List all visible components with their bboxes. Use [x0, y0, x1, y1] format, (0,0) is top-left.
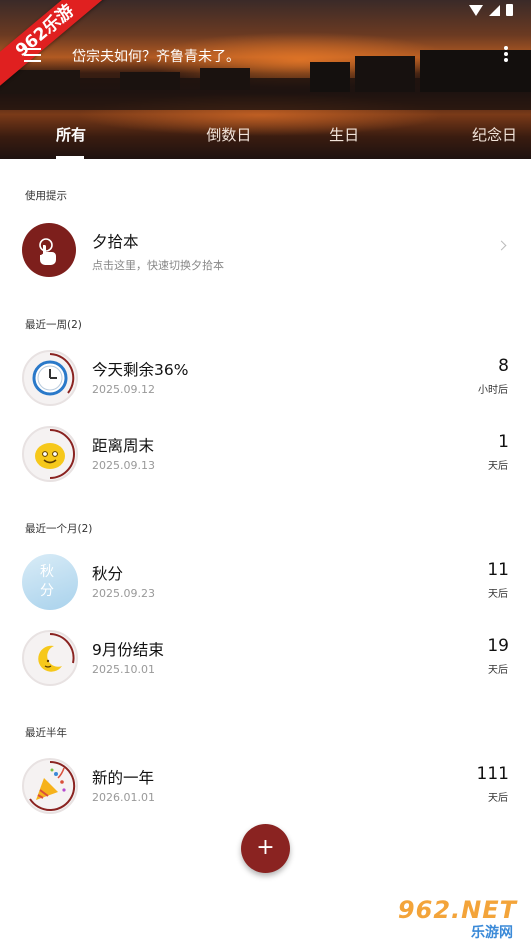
event-count: 111	[476, 764, 509, 784]
event-date: 2025.09.12	[92, 383, 155, 396]
autumn-image: 秋 分	[22, 554, 78, 610]
autumn-image-text: 秋 分	[40, 564, 58, 599]
toolbar: 岱宗夫如何？齐鲁青未了。	[0, 40, 531, 72]
event-unit: 天后	[488, 589, 508, 600]
event-row[interactable]: 秋 分 秋分 2025.09.23 11 天后	[0, 549, 531, 615]
tip-subtitle: 点击这里，快速切换夕拾本	[92, 259, 224, 272]
tab-label: 纪念日	[471, 126, 517, 144]
event-row[interactable]: 今天剩余36% 2025.09.12 8 小时后	[0, 345, 531, 411]
event-count: 19	[487, 636, 509, 656]
moon-icon	[22, 630, 78, 686]
tab-anniversary[interactable]: 纪念日	[402, 116, 531, 159]
event-unit: 天后	[488, 461, 508, 472]
tip-title: 夕拾本	[92, 233, 139, 251]
logo-sub-text: 乐游网	[471, 925, 513, 941]
smiley-icon	[22, 426, 78, 482]
status-bar	[469, 4, 513, 16]
tab-label: 倒数日	[206, 126, 252, 144]
tab-birthday[interactable]: 生日	[287, 116, 402, 159]
tab-all[interactable]: 所有	[0, 116, 171, 159]
event-date: 2026.01.01	[92, 791, 155, 804]
add-event-button[interactable]: +	[241, 824, 290, 873]
event-count: 1	[498, 432, 509, 452]
tab-label: 所有	[56, 126, 87, 144]
event-unit: 小时后	[478, 385, 508, 396]
event-date: 2025.09.13	[92, 459, 155, 472]
event-row[interactable]: 新的一年 2026.01.01 111 天后	[0, 753, 531, 819]
event-date: 2025.09.23	[92, 587, 155, 600]
section-label-half-year: 最近半年	[25, 727, 67, 739]
event-title: 新的一年	[92, 769, 155, 787]
event-date: 2025.10.01	[92, 663, 155, 676]
header-banner: 962乐游 岱宗夫如何？齐鲁青未了。 所有 倒数日 生日 纪念日	[0, 0, 531, 159]
event-title: 今天剩余36%	[92, 361, 189, 379]
tab-label: 生日	[329, 126, 360, 144]
chevron-right-icon	[496, 240, 507, 251]
tab-countdown[interactable]: 倒数日	[171, 116, 286, 159]
more-options-icon[interactable]	[503, 46, 509, 66]
tip-row[interactable]: 夕拾本 点击这里，快速切换夕拾本	[0, 217, 531, 283]
event-title: 秋分	[92, 565, 124, 583]
menu-icon[interactable]	[24, 48, 41, 62]
event-unit: 天后	[488, 665, 508, 676]
event-count: 8	[498, 356, 509, 376]
tab-indicator	[56, 156, 84, 159]
event-row[interactable]: 距离周末 2025.09.13 1 天后	[0, 421, 531, 487]
event-title: 距离周末	[92, 437, 155, 455]
site-logo: 962.NET 乐游网	[387, 896, 525, 941]
section-label-tips: 使用提示	[25, 190, 67, 202]
wifi-icon	[469, 4, 483, 16]
tab-bar: 所有 倒数日 生日 纪念日	[0, 116, 531, 159]
section-label-week: 最近一周(2)	[25, 319, 82, 331]
event-count: 11	[487, 560, 509, 580]
tap-hand-icon	[22, 223, 76, 277]
event-unit: 天后	[488, 793, 508, 804]
toolbar-title: 岱宗夫如何？齐鲁青未了。	[72, 49, 240, 65]
clock-icon	[22, 350, 78, 406]
event-title: 9月份结束	[92, 641, 164, 659]
signal-icon	[489, 4, 500, 16]
party-popper-icon	[22, 758, 78, 814]
battery-icon	[506, 4, 513, 16]
section-label-month: 最近一个月(2)	[25, 523, 93, 535]
event-row[interactable]: 9月份结束 2025.10.01 19 天后	[0, 625, 531, 691]
logo-main-text: 962.NET	[397, 896, 517, 924]
